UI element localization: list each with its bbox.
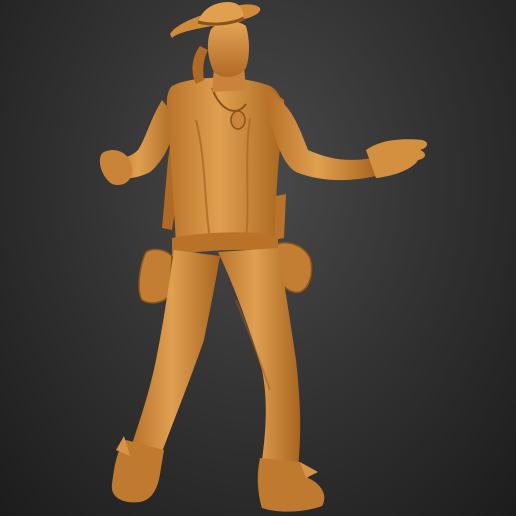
knife-handle [274,194,286,240]
right-hand [366,139,428,178]
sculpted-figure [99,2,428,512]
right-boot [257,458,325,512]
pendant [230,110,246,130]
figure-canvas [99,2,428,512]
sculpt-viewport[interactable] [0,0,516,516]
head [207,21,249,77]
right-arm [270,96,376,181]
pouch-left [138,248,173,304]
left-fist [99,149,133,186]
torso [166,77,284,246]
